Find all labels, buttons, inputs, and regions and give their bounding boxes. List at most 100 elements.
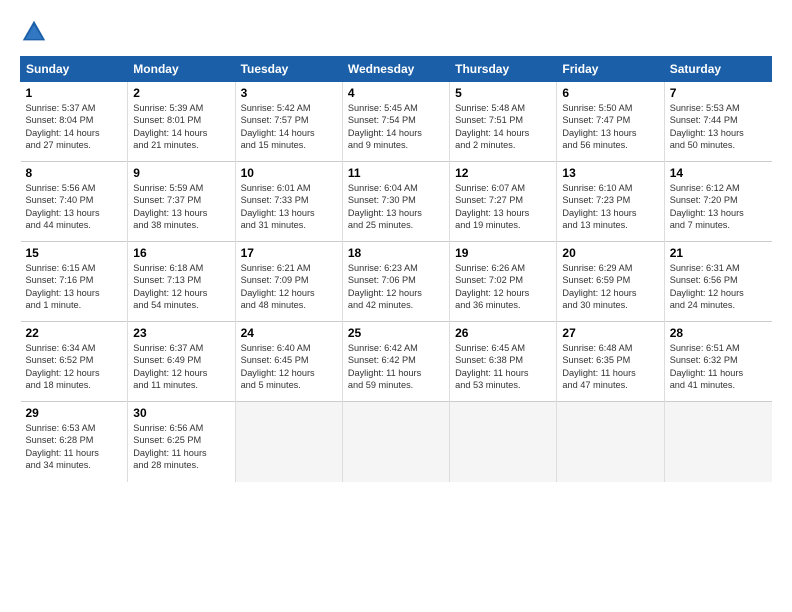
day-info: Sunrise: 5:45 AM Sunset: 7:54 PM Dayligh… — [348, 102, 444, 152]
day-number: 22 — [26, 326, 123, 340]
day-number: 20 — [562, 246, 658, 260]
calendar-cell: 3Sunrise: 5:42 AM Sunset: 7:57 PM Daylig… — [235, 82, 342, 162]
calendar-cell: 10 Sunrise: 6:01 AM Sunset: 7:33 PM Dayli… — [235, 162, 342, 242]
week-row-1: 1 Sunrise: 5:37 AM Sunset: 8:04 PM Daylig… — [21, 82, 772, 162]
day-info: Sunrise: 5:39 AM Sunset: 8:01 PM Dayligh… — [133, 102, 229, 152]
day-info: Sunrise: 6:42 AM Sunset: 6:42 PM Dayligh… — [348, 342, 444, 392]
header-thursday: Thursday — [450, 57, 557, 82]
day-info: Sunrise: 6:23 AM Sunset: 7:06 PM Dayligh… — [348, 262, 444, 312]
day-info: Sunrise: 6:34 AM Sunset: 6:52 PM Dayligh… — [26, 342, 123, 392]
week-row-3: 15 Sunrise: 6:15 AM Sunset: 7:16 PM Dayli… — [21, 242, 772, 322]
header — [20, 18, 772, 46]
calendar-cell: 22 Sunrise: 6:34 AM Sunset: 6:52 PM Dayli… — [21, 322, 128, 402]
calendar-cell — [235, 402, 342, 482]
calendar-cell: 28Sunrise: 6:51 AM Sunset: 6:32 PM Dayli… — [664, 322, 771, 402]
calendar-cell: 6Sunrise: 5:50 AM Sunset: 7:47 PM Daylig… — [557, 82, 664, 162]
calendar-cell — [664, 402, 771, 482]
day-info: Sunrise: 6:53 AM Sunset: 6:28 PM Dayligh… — [26, 422, 123, 472]
calendar-cell — [450, 402, 557, 482]
day-number: 5 — [455, 86, 551, 100]
day-number: 15 — [26, 246, 123, 260]
day-number: 13 — [562, 166, 658, 180]
day-number: 29 — [26, 406, 123, 420]
calendar-cell: 24 Sunrise: 6:40 AM Sunset: 6:45 PM Dayli… — [235, 322, 342, 402]
day-info: Sunrise: 6:01 AM Sunset: 7:33 PM Dayligh… — [241, 182, 337, 232]
day-info: Sunrise: 5:48 AM Sunset: 7:51 PM Dayligh… — [455, 102, 551, 152]
day-number: 27 — [562, 326, 658, 340]
header-tuesday: Tuesday — [235, 57, 342, 82]
day-info: Sunrise: 6:26 AM Sunset: 7:02 PM Dayligh… — [455, 262, 551, 312]
header-row: SundayMondayTuesdayWednesdayThursdayFrid… — [21, 57, 772, 82]
header-saturday: Saturday — [664, 57, 771, 82]
day-info: Sunrise: 6:56 AM Sunset: 6:25 PM Dayligh… — [133, 422, 229, 472]
week-row-2: 8 Sunrise: 5:56 AM Sunset: 7:40 PM Daylig… — [21, 162, 772, 242]
calendar-table: SundayMondayTuesdayWednesdayThursdayFrid… — [20, 56, 772, 482]
calendar-cell: 11 Sunrise: 6:04 AM Sunset: 7:30 PM Dayli… — [342, 162, 449, 242]
day-info: Sunrise: 6:29 AM Sunset: 6:59 PM Dayligh… — [562, 262, 658, 312]
day-number: 26 — [455, 326, 551, 340]
logo-icon — [20, 18, 48, 46]
calendar-cell: 25 Sunrise: 6:42 AM Sunset: 6:42 PM Dayli… — [342, 322, 449, 402]
day-number: 18 — [348, 246, 444, 260]
day-info: Sunrise: 6:45 AM Sunset: 6:38 PM Dayligh… — [455, 342, 551, 392]
calendar-cell: 30Sunrise: 6:56 AM Sunset: 6:25 PM Dayli… — [128, 402, 235, 482]
calendar-cell: 13 Sunrise: 6:10 AM Sunset: 7:23 PM Dayli… — [557, 162, 664, 242]
calendar-cell: 7 Sunrise: 5:53 AM Sunset: 7:44 PM Daylig… — [664, 82, 771, 162]
day-info: Sunrise: 6:12 AM Sunset: 7:20 PM Dayligh… — [670, 182, 767, 232]
day-number: 1 — [26, 86, 123, 100]
day-info: Sunrise: 5:50 AM Sunset: 7:47 PM Dayligh… — [562, 102, 658, 152]
day-info: Sunrise: 5:59 AM Sunset: 7:37 PM Dayligh… — [133, 182, 229, 232]
day-number: 11 — [348, 166, 444, 180]
calendar-cell: 4 Sunrise: 5:45 AM Sunset: 7:54 PM Daylig… — [342, 82, 449, 162]
day-number: 12 — [455, 166, 551, 180]
day-info: Sunrise: 6:15 AM Sunset: 7:16 PM Dayligh… — [26, 262, 123, 312]
day-info: Sunrise: 6:48 AM Sunset: 6:35 PM Dayligh… — [562, 342, 658, 392]
calendar-cell: 15 Sunrise: 6:15 AM Sunset: 7:16 PM Dayli… — [21, 242, 128, 322]
day-number: 9 — [133, 166, 229, 180]
week-row-4: 22 Sunrise: 6:34 AM Sunset: 6:52 PM Dayli… — [21, 322, 772, 402]
calendar-cell: 2 Sunrise: 5:39 AM Sunset: 8:01 PM Daylig… — [128, 82, 235, 162]
day-number: 2 — [133, 86, 229, 100]
header-monday: Monday — [128, 57, 235, 82]
day-info: Sunrise: 6:31 AM Sunset: 6:56 PM Dayligh… — [670, 262, 767, 312]
day-info: Sunrise: 5:56 AM Sunset: 7:40 PM Dayligh… — [26, 182, 123, 232]
day-number: 8 — [26, 166, 123, 180]
day-info: Sunrise: 6:40 AM Sunset: 6:45 PM Dayligh… — [241, 342, 337, 392]
day-info: Sunrise: 6:18 AM Sunset: 7:13 PM Dayligh… — [133, 262, 229, 312]
calendar-cell — [342, 402, 449, 482]
day-number: 14 — [670, 166, 767, 180]
day-number: 23 — [133, 326, 229, 340]
calendar-cell: 1 Sunrise: 5:37 AM Sunset: 8:04 PM Daylig… — [21, 82, 128, 162]
logo — [20, 18, 50, 46]
day-number: 19 — [455, 246, 551, 260]
day-info: Sunrise: 6:07 AM Sunset: 7:27 PM Dayligh… — [455, 182, 551, 232]
header-sunday: Sunday — [21, 57, 128, 82]
day-number: 7 — [670, 86, 767, 100]
page: SundayMondayTuesdayWednesdayThursdayFrid… — [0, 0, 792, 492]
header-friday: Friday — [557, 57, 664, 82]
week-row-5: 29 Sunrise: 6:53 AM Sunset: 6:28 PM Dayli… — [21, 402, 772, 482]
calendar-cell: 9 Sunrise: 5:59 AM Sunset: 7:37 PM Daylig… — [128, 162, 235, 242]
day-info: Sunrise: 5:53 AM Sunset: 7:44 PM Dayligh… — [670, 102, 767, 152]
calendar-cell: 16 Sunrise: 6:18 AM Sunset: 7:13 PM Dayli… — [128, 242, 235, 322]
day-number: 17 — [241, 246, 337, 260]
day-info: Sunrise: 6:10 AM Sunset: 7:23 PM Dayligh… — [562, 182, 658, 232]
day-number: 10 — [241, 166, 337, 180]
calendar-cell: 8 Sunrise: 5:56 AM Sunset: 7:40 PM Daylig… — [21, 162, 128, 242]
day-info: Sunrise: 6:04 AM Sunset: 7:30 PM Dayligh… — [348, 182, 444, 232]
day-info: Sunrise: 6:37 AM Sunset: 6:49 PM Dayligh… — [133, 342, 229, 392]
day-number: 3 — [241, 86, 337, 100]
day-number: 25 — [348, 326, 444, 340]
calendar-cell: 5 Sunrise: 5:48 AM Sunset: 7:51 PM Daylig… — [450, 82, 557, 162]
calendar-cell: 14 Sunrise: 6:12 AM Sunset: 7:20 PM Dayli… — [664, 162, 771, 242]
calendar-cell: 21 Sunrise: 6:31 AM Sunset: 6:56 PM Dayli… — [664, 242, 771, 322]
day-info: Sunrise: 5:37 AM Sunset: 8:04 PM Dayligh… — [26, 102, 123, 152]
day-number: 16 — [133, 246, 229, 260]
day-number: 4 — [348, 86, 444, 100]
day-info: Sunrise: 6:21 AM Sunset: 7:09 PM Dayligh… — [241, 262, 337, 312]
day-number: 21 — [670, 246, 767, 260]
day-info: Sunrise: 6:51 AM Sunset: 6:32 PM Dayligh… — [670, 342, 767, 392]
day-number: 24 — [241, 326, 337, 340]
calendar-cell: 19 Sunrise: 6:26 AM Sunset: 7:02 PM Dayli… — [450, 242, 557, 322]
calendar-cell: 29 Sunrise: 6:53 AM Sunset: 6:28 PM Dayli… — [21, 402, 128, 482]
